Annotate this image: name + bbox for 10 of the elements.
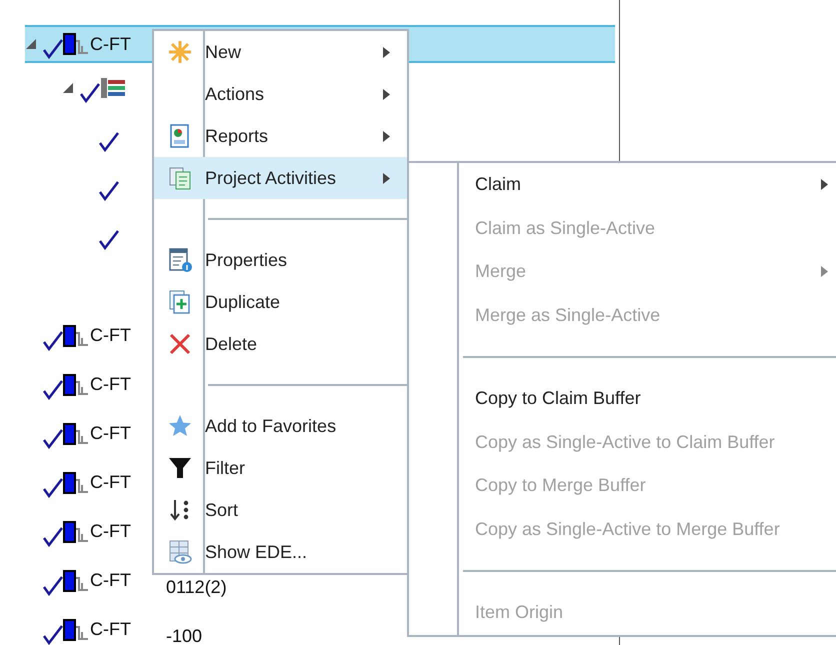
node-label: C-FT	[90, 423, 131, 444]
node-detail: -100	[166, 626, 202, 645]
node-label: C-FT	[90, 374, 131, 395]
node-detail: 0112(2)	[166, 577, 227, 598]
node-label: C-FT	[90, 570, 131, 591]
node-label: C-FT	[90, 34, 131, 54]
node-label: C-FT	[90, 521, 131, 542]
node-label: C-FT	[90, 619, 131, 640]
node-label: C-FT	[90, 325, 131, 346]
node-label: C-FT	[90, 472, 131, 493]
